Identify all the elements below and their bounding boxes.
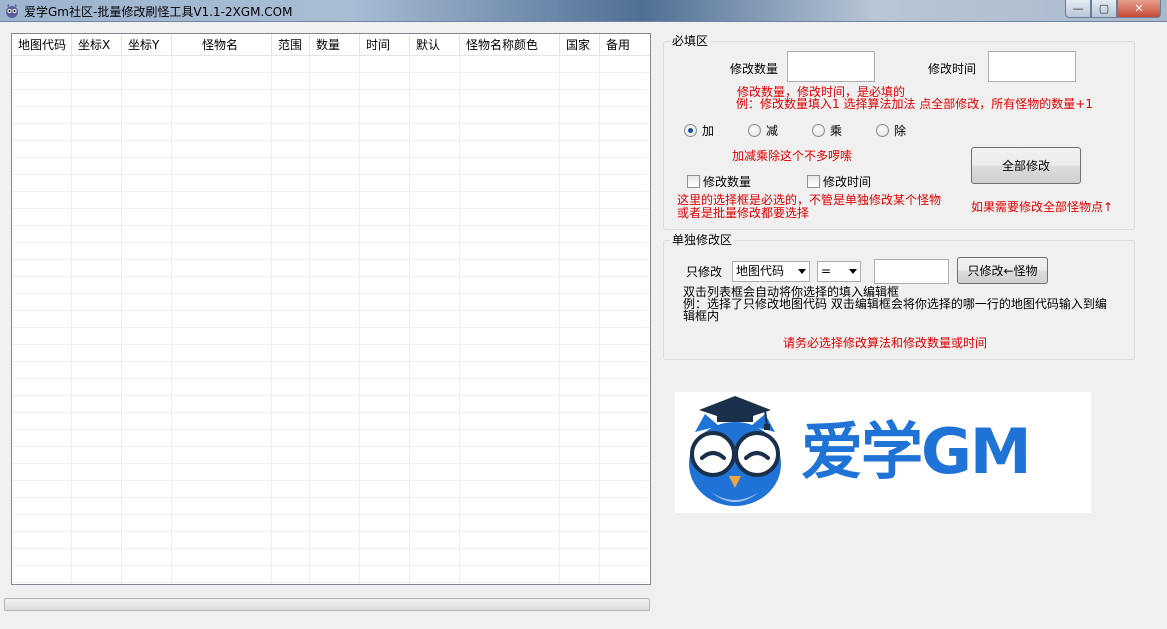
- field-select[interactable]: 地图代码: [732, 261, 810, 282]
- window-controls: — ▢ ✕: [1065, 0, 1161, 18]
- radio-divide-label: 除: [894, 124, 907, 138]
- radio-add[interactable]: 加: [684, 122, 714, 139]
- radio-add-indicator[interactable]: [684, 124, 697, 137]
- check-modify-count-label: 修改数量: [703, 175, 752, 189]
- grid-line: [71, 56, 72, 584]
- required-section-title: 必填区: [670, 34, 711, 48]
- grid-line: [409, 56, 410, 584]
- client-area: 地图代码 坐标X 坐标Y 怪物名 范围 数量 时间 默认 怪物名称颜色 国家 备…: [2, 22, 1165, 627]
- column-header[interactable]: 怪物名: [172, 34, 272, 56]
- column-header[interactable]: 备用: [600, 34, 650, 56]
- radio-add-label: 加: [702, 124, 715, 138]
- check-modify-time-label: 修改时间: [823, 175, 872, 189]
- single-value-input[interactable]: [874, 259, 949, 284]
- column-header[interactable]: 范围: [272, 34, 310, 56]
- column-header[interactable]: 数量: [310, 34, 360, 56]
- check-modify-time[interactable]: 修改时间: [807, 173, 871, 190]
- column-header[interactable]: 坐标X: [72, 34, 122, 56]
- monster-list[interactable]: 地图代码 坐标X 坐标Y 怪物名 范围 数量 时间 默认 怪物名称颜色 国家 备…: [11, 33, 651, 585]
- modify-time-input[interactable]: [988, 51, 1076, 82]
- column-header[interactable]: 怪物名称颜色: [460, 34, 560, 56]
- modify-count-label: 修改数量: [730, 62, 779, 76]
- grid-line: [359, 56, 360, 584]
- only-modify-label: 只修改: [686, 265, 723, 279]
- check-modify-count-box[interactable]: [687, 175, 700, 188]
- app-icon: [6, 4, 18, 18]
- progress-bar: [4, 598, 650, 611]
- required-note-line2: 例：修改数量填入1 选择算法加法 点全部修改，所有怪物的数量+1: [736, 97, 1093, 111]
- single-section-title: 单独修改区: [670, 233, 735, 247]
- chevron-down-icon: [849, 269, 857, 274]
- minimize-button[interactable]: —: [1065, 0, 1091, 18]
- grid-line: [171, 56, 172, 584]
- only-modify-button[interactable]: 只修改←怪物: [957, 257, 1048, 284]
- radio-multiply-label: 乘: [830, 124, 843, 138]
- grid-line: [309, 56, 310, 584]
- radio-divide-indicator[interactable]: [876, 124, 889, 137]
- grid-line: [271, 56, 272, 584]
- grid-line: [459, 56, 460, 584]
- list-header: 地图代码 坐标X 坐标Y 怪物名 范围 数量 时间 默认 怪物名称颜色 国家 备…: [12, 34, 650, 56]
- column-header[interactable]: 默认: [410, 34, 460, 56]
- ops-note: 加减乘除这个不多啰嗦: [732, 149, 853, 163]
- operator-select-value: =: [821, 264, 832, 278]
- operator-select[interactable]: =: [817, 261, 861, 282]
- chevron-down-icon: [798, 269, 806, 274]
- window-title: 爱学Gm社区-批量修改刷怪工具V1.1-2XGM.COM: [24, 5, 293, 19]
- grid-line: [121, 56, 122, 584]
- required-section: 必填区 修改数量 修改时间 修改数量，修改时间，是必填的 例：修改数量填入1 选…: [663, 34, 1135, 230]
- check-note-line2: 或者是批量修改都要选择: [677, 206, 810, 220]
- radio-multiply-indicator[interactable]: [812, 124, 825, 137]
- single-warning: 请务必选择修改算法和修改数量或时间: [783, 336, 988, 350]
- field-select-value: 地图代码: [736, 264, 785, 278]
- modify-count-input[interactable]: [787, 51, 875, 82]
- radio-divide[interactable]: 除: [876, 122, 906, 139]
- modify-all-hint: 如果需要修改全部怪物点↑: [971, 200, 1114, 214]
- column-header[interactable]: 国家: [560, 34, 600, 56]
- logo-text: 爱学GM: [801, 415, 1032, 488]
- single-help-line2: 例：选择了只修改地图代码 双击编辑框会将你选择的哪一行的地图代码输入到编: [683, 297, 1107, 311]
- grid-line: [599, 56, 600, 584]
- modify-time-label: 修改时间: [928, 62, 977, 76]
- check-modify-count[interactable]: 修改数量: [687, 173, 751, 190]
- radio-subtract-label: 减: [766, 124, 779, 138]
- column-header[interactable]: 时间: [360, 34, 410, 56]
- close-button[interactable]: ✕: [1117, 0, 1161, 18]
- column-header[interactable]: 坐标Y: [122, 34, 172, 56]
- radio-subtract-indicator[interactable]: [748, 124, 761, 137]
- check-modify-time-box[interactable]: [807, 175, 820, 188]
- radio-multiply[interactable]: 乘: [812, 122, 842, 139]
- list-grid[interactable]: [12, 56, 650, 584]
- single-help-line3: 辑框内: [683, 309, 720, 323]
- brand-logo: 爱学GM: [675, 392, 1091, 513]
- grid-line: [559, 56, 560, 584]
- maximize-button[interactable]: ▢: [1091, 0, 1117, 18]
- single-modify-section: 单独修改区 只修改 地图代码 = 只修改←怪物 双击列表框会自动将你选择的填入编…: [663, 233, 1135, 360]
- title-bar: 爱学Gm社区-批量修改刷怪工具V1.1-2XGM.COM — ▢ ✕: [0, 0, 1167, 22]
- radio-subtract[interactable]: 减: [748, 122, 778, 139]
- column-header[interactable]: 地图代码: [12, 34, 72, 56]
- modify-all-button[interactable]: 全部修改: [971, 147, 1081, 184]
